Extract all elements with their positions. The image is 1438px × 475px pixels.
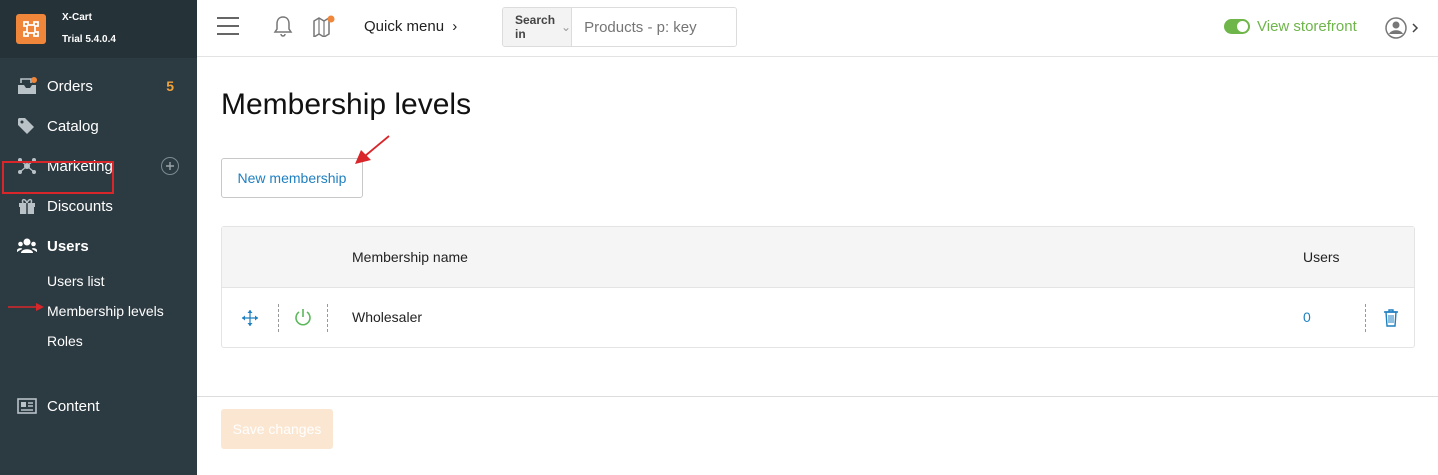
view-storefront-link[interactable]: View storefront	[1224, 18, 1357, 35]
main-content: Membership levels New membership Members…	[197, 58, 1438, 475]
footer-divider	[197, 396, 1438, 397]
search-input[interactable]	[572, 8, 736, 46]
table-header: Membership name Users	[222, 227, 1414, 288]
sidebar-item-content[interactable]: Content	[0, 386, 197, 426]
sidebar-item-label: Content	[47, 397, 100, 415]
storefront-toggle[interactable]	[1224, 19, 1250, 34]
sidebar-subitem-users-list[interactable]: Users list	[0, 266, 197, 296]
sidebar: X-Cart Trial 5.4.0.4 Orders 5 Catalog Ma…	[0, 0, 197, 475]
sidebar-nav: Orders 5 Catalog Marketing Discounts Use…	[0, 66, 197, 426]
store-marker-icon[interactable]	[312, 15, 336, 37]
new-membership-button[interactable]: New membership	[221, 158, 363, 198]
arrow-annotation-icon	[8, 303, 44, 311]
brand[interactable]: X-Cart Trial 5.4.0.4	[0, 0, 197, 58]
search-in-dropdown[interactable]: Search in ⌄	[503, 8, 573, 46]
drag-move-icon[interactable]	[241, 309, 259, 327]
power-toggle-icon[interactable]	[294, 308, 312, 326]
sidebar-subitem-roles[interactable]: Roles	[0, 326, 197, 356]
chevron-right-icon: ›	[452, 18, 458, 35]
quick-menu[interactable]: Quick menu ›	[364, 18, 457, 35]
search-box: Search in ⌄	[502, 7, 737, 47]
xcart-logo-icon	[16, 14, 46, 44]
brand-text: X-Cart Trial 5.4.0.4	[62, 7, 116, 51]
column-header-users: Users	[1303, 249, 1340, 265]
hamburger-menu-icon[interactable]	[217, 16, 239, 36]
sidebar-item-label: Discounts	[47, 197, 113, 215]
arrow-annotation-icon	[355, 135, 390, 164]
search-in-label: Search in	[515, 13, 556, 41]
sidebar-item-catalog[interactable]: Catalog	[0, 106, 197, 146]
users-highlight-annotation	[2, 161, 114, 194]
membership-table: Membership name Users Wholesaler 0	[221, 226, 1415, 348]
quick-menu-label: Quick menu	[364, 18, 445, 35]
add-icon[interactable]	[161, 157, 179, 175]
column-header-name: Membership name	[352, 249, 468, 265]
membership-name-cell[interactable]: Wholesaler	[352, 309, 422, 325]
orders-count-badge: 5	[166, 78, 174, 94]
gift-icon	[17, 197, 37, 215]
storefront-label: View storefront	[1257, 18, 1357, 35]
content-icon	[17, 397, 37, 415]
save-changes-button[interactable]: Save changes	[221, 409, 333, 449]
bell-icon[interactable]	[273, 15, 293, 37]
sidebar-item-label: Users	[47, 237, 89, 255]
orders-icon	[17, 77, 37, 95]
sidebar-item-label: Catalog	[47, 117, 99, 135]
divider	[278, 304, 279, 332]
sidebar-item-orders[interactable]: Orders 5	[0, 66, 197, 106]
brand-version: Trial 5.4.0.4	[62, 34, 116, 45]
sidebar-item-users[interactable]: Users	[0, 226, 197, 266]
brand-name: X-Cart	[62, 12, 93, 23]
divider	[1365, 304, 1366, 332]
tag-icon	[17, 117, 37, 135]
users-icon	[16, 237, 38, 255]
user-account-icon[interactable]	[1385, 17, 1421, 39]
topbar: Quick menu › Search in ⌄ View storefront	[197, 0, 1438, 57]
users-count-link[interactable]: 0	[1303, 309, 1311, 325]
trash-icon[interactable]	[1383, 309, 1399, 327]
table-row: Wholesaler 0	[222, 288, 1414, 348]
chevron-down-icon: ⌄	[561, 20, 572, 34]
sidebar-item-label: Orders	[47, 77, 93, 95]
page-title: Membership levels	[221, 88, 472, 121]
divider	[327, 304, 328, 332]
